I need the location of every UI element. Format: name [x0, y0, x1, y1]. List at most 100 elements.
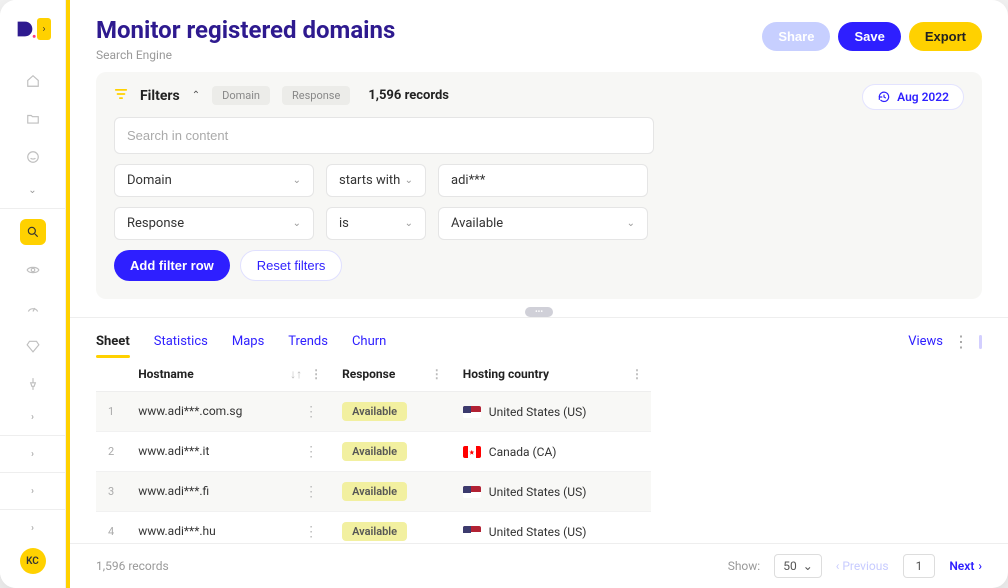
cell-response: Available	[330, 512, 451, 544]
cell-hostname: www.adi***.fi⋮	[126, 472, 330, 512]
show-label: Show:	[728, 559, 761, 573]
main-content: Monitor registered domains Search Engine…	[70, 0, 1008, 588]
status-badge: Available	[342, 482, 407, 501]
chevron-down-icon: ⌄	[627, 218, 635, 229]
resize-handle[interactable]: •••	[525, 307, 553, 317]
page-number[interactable]: 1	[903, 554, 936, 578]
status-badge: Available	[342, 402, 407, 421]
cell-hostname: www.adi***.hu⋮	[126, 512, 330, 544]
col-hosting-country[interactable]: Hosting country ⋮	[451, 357, 651, 392]
folder-icon[interactable]	[20, 106, 46, 132]
logo-chevron-icon[interactable]: ›	[37, 18, 51, 40]
row-number: 4	[96, 512, 126, 544]
row-number: 1	[96, 392, 126, 432]
cell-response: Available	[330, 392, 451, 432]
export-button[interactable]: Export	[909, 22, 982, 51]
filter-value-select-1[interactable]: Available⌄	[438, 207, 648, 240]
home-icon[interactable]	[20, 68, 46, 94]
section-collapse-3[interactable]: ›	[20, 444, 46, 464]
table-row[interactable]: 4www.adi***.hu⋮ Available United States (U…	[96, 512, 651, 544]
filter-value-input-0[interactable]: adi***	[438, 164, 648, 197]
col-hostname[interactable]: Hostname ↓↑⋮	[126, 357, 330, 392]
share-button[interactable]: Share	[762, 22, 830, 51]
scroll-indicator	[979, 335, 982, 349]
filters-caret-icon[interactable]: ⌃	[192, 90, 200, 101]
flag-icon	[463, 486, 481, 498]
tab-sheet[interactable]: Sheet	[96, 326, 130, 357]
table-row[interactable]: 2www.adi***.it⋮AvailableCanada (CA)	[96, 432, 651, 472]
filter-op-select-0[interactable]: starts with⌄	[326, 164, 426, 197]
views-menu-icon[interactable]: ⋮	[953, 334, 969, 350]
filter-field-select-0[interactable]: Domain⌄	[114, 164, 314, 197]
chevron-down-icon: ⌄	[405, 218, 413, 229]
app-window: › ⌄ › › › › KC Monitor registered domain…	[0, 0, 1008, 588]
prev-page-button[interactable]: ‹ Previous	[836, 559, 889, 573]
logo[interactable]: ›	[14, 18, 51, 40]
avatar[interactable]: KC	[20, 548, 46, 574]
filters-label[interactable]: Filters	[140, 88, 180, 104]
flag-icon	[463, 526, 481, 538]
filter-icon	[114, 87, 128, 105]
flag-icon	[463, 406, 481, 418]
pin-icon[interactable]	[20, 371, 46, 397]
filter-chip-domain[interactable]: Domain	[212, 86, 270, 105]
cell-country: United States (US)	[451, 512, 651, 544]
date-filter[interactable]: Aug 2022	[862, 84, 964, 110]
sort-icon[interactable]: ↓↑	[290, 367, 302, 381]
tab-statistics[interactable]: Statistics	[154, 326, 208, 357]
add-filter-button[interactable]: Add filter row	[114, 250, 230, 281]
filter-field-select-1[interactable]: Response⌄	[114, 207, 314, 240]
section-collapse-2[interactable]: ›	[20, 407, 46, 427]
row-menu-icon[interactable]: ⋮	[304, 524, 318, 540]
row-menu-icon[interactable]: ⋮	[304, 444, 318, 460]
col-response[interactable]: Response ⋮	[330, 357, 451, 392]
footer: 1,596 records Show: 50⌄ ‹ Previous 1 Nex…	[70, 543, 1008, 588]
cell-hostname: www.adi***.it⋮	[126, 432, 330, 472]
records-count: 1,596 records	[368, 88, 449, 103]
footer-records: 1,596 records	[96, 559, 169, 573]
row-number: 3	[96, 472, 126, 512]
eye-icon[interactable]	[20, 257, 46, 283]
diamond-icon[interactable]	[20, 333, 46, 359]
tab-trends[interactable]: Trends	[288, 326, 328, 357]
row-menu-icon[interactable]: ⋮	[304, 484, 318, 500]
tab-churn[interactable]: Churn	[352, 326, 386, 357]
date-filter-label: Aug 2022	[897, 90, 949, 104]
history-icon	[877, 90, 891, 104]
page-size-select[interactable]: 50⌄	[774, 554, 822, 578]
table-row[interactable]: 3www.adi***.fi⋮ Available United States (U…	[96, 472, 651, 512]
table-row[interactable]: 1www.adi***.com.sg⋮AvailableUnited State…	[96, 392, 651, 432]
chevron-down-icon: ⌄	[293, 175, 301, 186]
row-menu-icon[interactable]: ⋮	[304, 404, 318, 420]
results-table: Hostname ↓↑⋮ Response ⋮ Hosting country …	[70, 357, 1008, 543]
save-button[interactable]: Save	[838, 22, 900, 51]
flag-icon	[463, 446, 481, 458]
col-menu-icon[interactable]: ⋮	[631, 367, 643, 381]
gauge-icon[interactable]	[20, 295, 46, 321]
status-badge: Available	[342, 442, 407, 461]
cell-country: United States (US)	[451, 472, 651, 512]
section-collapse-5[interactable]: ›	[20, 518, 46, 538]
filter-chip-response[interactable]: Response	[282, 86, 350, 105]
col-menu-icon[interactable]: ⋮	[310, 367, 322, 381]
search-icon[interactable]	[20, 219, 46, 245]
page-subtitle: Search Engine	[96, 48, 395, 62]
tabs-bar: Sheet Statistics Maps Trends Churn Views…	[70, 317, 1008, 357]
filters-panel: Filters ⌃ Domain Response 1,596 records …	[96, 72, 982, 299]
tab-maps[interactable]: Maps	[232, 326, 264, 357]
search-input[interactable]	[114, 117, 654, 154]
col-menu-icon[interactable]: ⋮	[431, 367, 443, 381]
status-badge: Available	[342, 522, 407, 541]
section-collapse-1[interactable]: ⌄	[20, 180, 46, 200]
reset-filters-button[interactable]: Reset filters	[240, 250, 343, 281]
filter-op-select-1[interactable]: is⌄	[326, 207, 426, 240]
next-page-button[interactable]: Next ›	[949, 559, 982, 573]
cell-response: Available	[330, 432, 451, 472]
sidebar: › ⌄ › › › › KC	[0, 0, 66, 588]
row-number: 2	[96, 432, 126, 472]
cell-hostname: www.adi***.com.sg⋮	[126, 392, 330, 432]
chevron-down-icon: ⌄	[803, 559, 813, 573]
views-link[interactable]: Views	[908, 334, 943, 349]
section-collapse-4[interactable]: ›	[20, 481, 46, 501]
smile-icon[interactable]	[20, 144, 46, 170]
